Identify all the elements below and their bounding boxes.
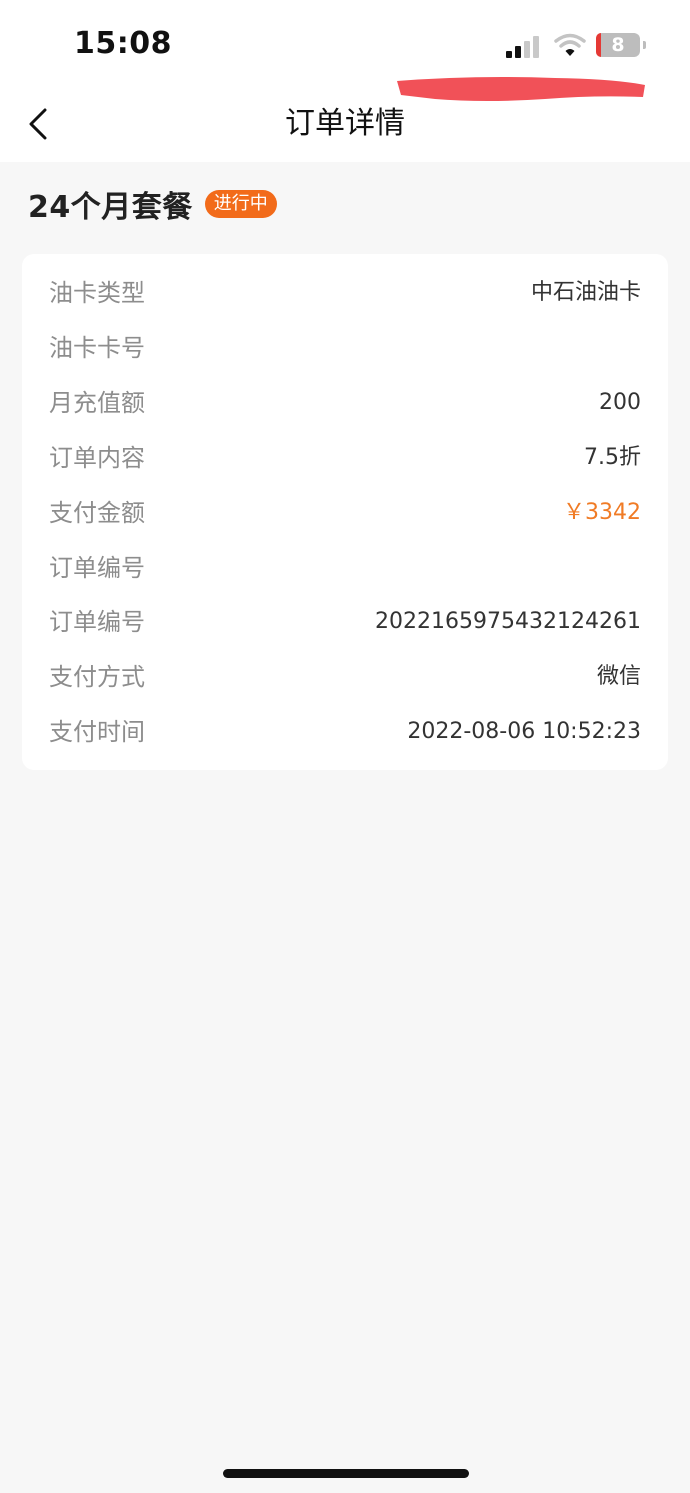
detail-row-card-number: 油卡卡号 [22, 328, 668, 368]
plan-title: 24个月套餐 [28, 190, 193, 225]
detail-label: 订单内容 [49, 444, 145, 472]
detail-label: 订单编号 [49, 608, 145, 636]
redaction-mark [397, 77, 645, 101]
payment-amount: ￥3342 [563, 500, 641, 525]
plan-header: 24个月套餐 进行中 [28, 184, 277, 225]
detail-value: 7.5折 [584, 445, 641, 470]
detail-row-monthly-amount: 月充值额 200 [22, 383, 668, 423]
detail-row-payment-time: 支付时间 2022-08-06 10:52:23 [22, 712, 668, 752]
detail-value: 200 [599, 390, 641, 415]
cellular-signal-icon [506, 34, 542, 58]
detail-label: 月充值额 [49, 389, 145, 417]
wifi-icon [554, 33, 586, 56]
status-badge: 进行中 [204, 190, 277, 218]
order-details-card: 油卡类型 中石油油卡 油卡卡号 月充值额 200 订单内容 7.5折 支付金额 … [22, 254, 668, 770]
detail-row-order-number-empty: 订单编号 [22, 548, 668, 588]
status-time: 15:08 [74, 26, 172, 61]
detail-value: 2022-08-06 10:52:23 [407, 719, 641, 744]
detail-label: 支付金额 [49, 499, 145, 527]
detail-row-card-type: 油卡类型 中石油油卡 [22, 273, 668, 313]
home-indicator [223, 1469, 469, 1478]
detail-value: 微信 [596, 664, 641, 689]
order-number: 2022165975432124261 [375, 609, 641, 634]
detail-row-payment-method: 支付方式 微信 [22, 657, 668, 697]
detail-row-order-number: 订单编号 2022165975432124261 [22, 602, 668, 642]
detail-row-order-content: 订单内容 7.5折 [22, 438, 668, 478]
detail-row-payment-amount: 支付金额 ￥3342 [22, 493, 668, 533]
page-title: 订单详情 [285, 106, 405, 141]
battery-level: 8 [611, 34, 625, 56]
detail-label: 支付时间 [49, 718, 145, 746]
detail-label: 订单编号 [49, 554, 145, 582]
battery-icon: 8 [596, 33, 646, 57]
detail-label: 支付方式 [49, 663, 145, 691]
detail-value: 中石油油卡 [530, 280, 641, 305]
detail-label: 油卡类型 [49, 279, 145, 307]
detail-label: 油卡卡号 [49, 334, 145, 362]
